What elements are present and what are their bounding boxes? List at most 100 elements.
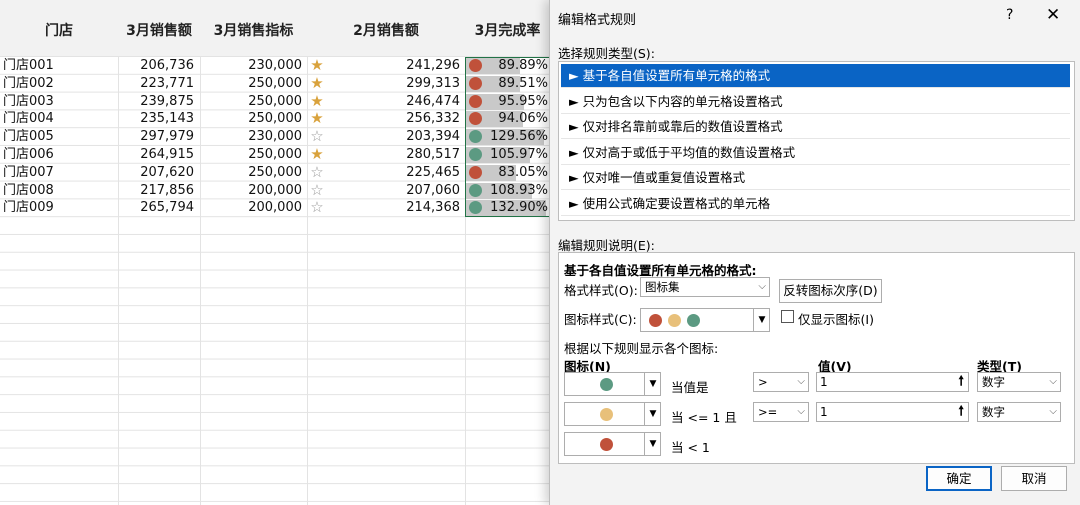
store-cell[interactable]: 门店008	[3, 182, 118, 200]
empty-star-icon: ☆	[310, 162, 324, 181]
help-icon[interactable]: ?	[1006, 7, 1013, 23]
rule-condition-label: 当 <= 1 且	[671, 410, 737, 425]
store-cell[interactable]: 门店003	[3, 93, 118, 111]
rule-description-panel: 基于各自值设置所有单元格的格式: 格式样式(O): 图标集 ⌵ 反转图标次序(D…	[558, 252, 1075, 464]
header-march-rate[interactable]: 3月完成率	[465, 0, 550, 56]
feb-sales-cell[interactable]: 225,465	[325, 164, 460, 182]
type-value: 数字	[982, 375, 1005, 389]
march-sales-cell[interactable]: 223,771	[118, 75, 194, 93]
march-sales-cell[interactable]: 264,915	[118, 146, 194, 164]
red-circle-icon	[600, 438, 613, 451]
chevron-down-icon: ⌵	[758, 281, 766, 292]
march-sales-cell[interactable]: 207,620	[118, 164, 194, 182]
value-text: 1	[820, 375, 828, 389]
full-star-icon: ★	[310, 145, 324, 163]
rule-type-item[interactable]: ► 仅对排名靠前或靠后的数值设置格式	[561, 115, 1070, 139]
march-target-cell[interactable]: 250,000	[200, 93, 302, 111]
range-select-icon[interactable]: 🠕	[958, 403, 964, 421]
header-march-sales[interactable]: 3月销售额	[118, 0, 200, 56]
cancel-button[interactable]: 取消	[1001, 466, 1067, 491]
value-text: 1	[820, 405, 828, 419]
show-icon-only-label: 仅显示图标(I)	[798, 312, 874, 327]
icon-style-select[interactable]: ▼	[640, 308, 770, 332]
format-style-select[interactable]: 图标集 ⌵	[640, 277, 770, 297]
operator-value: >=	[758, 405, 778, 419]
value-input[interactable]: 1 🠕	[816, 402, 969, 422]
march-sales-cell[interactable]: 217,856	[118, 182, 194, 200]
half-star-icon: ★	[310, 56, 324, 74]
store-cell[interactable]: 门店004	[3, 110, 118, 128]
type-select[interactable]: 数字 ⌵	[977, 402, 1061, 422]
icon-select[interactable]: ▼	[564, 432, 661, 456]
header-store[interactable]: 门店	[0, 0, 118, 56]
half-star-icon: ★	[310, 91, 324, 110]
march-target-cell[interactable]: 250,000	[200, 164, 302, 182]
operator-select[interactable]: > ⌵	[753, 372, 809, 392]
march-target-cell[interactable]: 230,000	[200, 128, 302, 146]
type-select[interactable]: 数字 ⌵	[977, 372, 1061, 392]
store-cell[interactable]: 门店007	[3, 164, 118, 182]
header-march-target[interactable]: 3月销售指标	[200, 0, 307, 56]
show-icon-only-checkbox[interactable]	[781, 310, 794, 323]
feb-sales-cell[interactable]: 246,474	[325, 93, 460, 111]
full-star-icon: ★	[310, 73, 324, 92]
rule-condition-label: 当值是	[671, 380, 709, 395]
rule-type-item[interactable]: ► 只为包含以下内容的单元格设置格式	[561, 90, 1070, 114]
rule-type-item[interactable]: ► 使用公式确定要设置格式的单元格	[561, 192, 1070, 216]
empty-star-icon: ☆	[310, 127, 324, 146]
store-cell[interactable]: 门店005	[3, 128, 118, 146]
rule-condition-label: 当 < 1	[671, 440, 710, 455]
store-cell[interactable]: 门店006	[3, 146, 118, 164]
chevron-down-icon: ⌵	[797, 406, 805, 417]
operator-value: >	[758, 375, 768, 389]
march-sales-cell[interactable]: 235,143	[118, 110, 194, 128]
yellow-circle-icon	[668, 314, 681, 327]
operator-select[interactable]: >= ⌵	[753, 402, 809, 422]
feb-sales-cell[interactable]: 207,060	[325, 182, 460, 200]
march-target-cell[interactable]: 250,000	[200, 75, 302, 93]
feb-sales-cell[interactable]: 299,313	[325, 75, 460, 93]
rule-type-item[interactable]: ► 仅对唯一值或重复值设置格式	[561, 166, 1070, 190]
march-target-cell[interactable]: 200,000	[200, 199, 302, 217]
chevron-down-icon: ⌵	[1049, 376, 1057, 387]
store-cell[interactable]: 门店001	[3, 57, 118, 75]
yellow-circle-icon	[600, 408, 613, 421]
green-circle-icon	[600, 378, 613, 391]
chevron-down-icon: ▼	[644, 433, 661, 455]
range-select-icon[interactable]: 🠕	[958, 373, 964, 391]
icon-select[interactable]: ▼	[564, 372, 661, 396]
feb-sales-cell[interactable]: 214,368	[325, 199, 460, 217]
close-icon[interactable]: ✕	[1046, 5, 1060, 25]
cell-selection	[465, 57, 550, 217]
dialog-title: 编辑格式规则	[558, 13, 637, 28]
rule-type-item[interactable]: ► 仅对高于或低于平均值的数值设置格式	[561, 141, 1070, 165]
empty-star-icon: ☆	[310, 180, 324, 199]
edit-format-rule-dialog: 编辑格式规则 ? ✕ 选择规则类型(S): ► 基于各自值设置所有单元格的格式 ►…	[549, 0, 1080, 505]
feb-sales-cell[interactable]: 203,394	[325, 128, 460, 146]
rule-type-item[interactable]: ► 基于各自值设置所有单元格的格式	[561, 64, 1070, 88]
header-feb-sales[interactable]: 2月销售额	[307, 0, 465, 56]
store-cell[interactable]: 门店002	[3, 75, 118, 93]
march-target-cell[interactable]: 200,000	[200, 182, 302, 200]
march-sales-cell[interactable]: 265,794	[118, 199, 194, 217]
rule-type-list[interactable]: ► 基于各自值设置所有单元格的格式 ► 只为包含以下内容的单元格设置格式 ► 仅对排…	[558, 61, 1075, 221]
select-rule-type-label: 选择规则类型(S):	[558, 46, 655, 61]
march-target-cell[interactable]: 250,000	[200, 110, 302, 128]
store-cell[interactable]: 门店009	[3, 199, 118, 217]
ok-button[interactable]: 确定	[926, 466, 992, 491]
march-target-cell[interactable]: 250,000	[200, 146, 302, 164]
march-target-cell[interactable]: 230,000	[200, 57, 302, 75]
value-input[interactable]: 1 🠕	[816, 372, 969, 392]
reverse-icon-order-button[interactable]: 反转图标次序(D)	[779, 279, 882, 303]
green-circle-icon	[687, 314, 700, 327]
chevron-down-icon: ▼	[644, 373, 661, 395]
march-sales-cell[interactable]: 239,875	[118, 93, 194, 111]
feb-sales-cell[interactable]: 241,296	[325, 57, 460, 75]
half-star-icon: ★	[310, 109, 324, 128]
feb-sales-cell[interactable]: 256,332	[325, 110, 460, 128]
march-sales-cell[interactable]: 297,979	[118, 128, 194, 146]
icon-select[interactable]: ▼	[564, 402, 661, 426]
feb-sales-cell[interactable]: 280,517	[325, 146, 460, 164]
march-sales-cell[interactable]: 206,736	[118, 57, 194, 75]
chevron-down-icon: ⌵	[797, 376, 805, 387]
